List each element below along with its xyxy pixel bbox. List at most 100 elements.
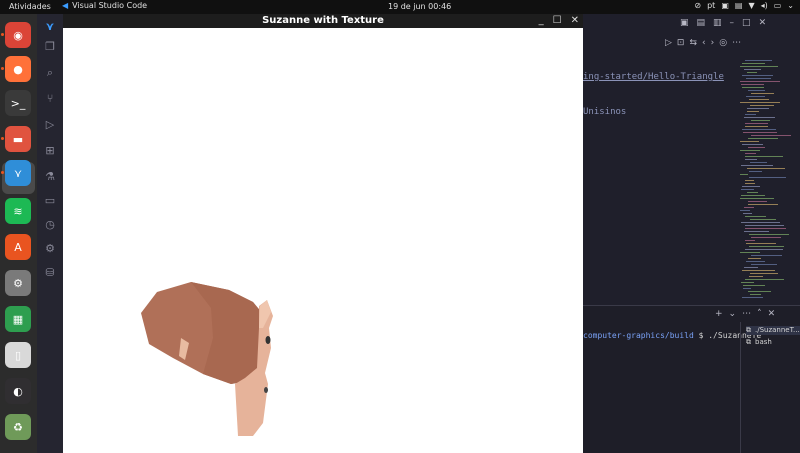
split-icon[interactable]: ⊡: [677, 38, 685, 48]
obs-icon[interactable]: ◐: [5, 378, 31, 404]
minimap-line: [742, 186, 760, 187]
minimap-line: [748, 147, 765, 148]
minimap[interactable]: [740, 60, 795, 305]
wifi-icon[interactable]: ▼: [748, 1, 754, 10]
screen-icon[interactable]: ▣: [721, 1, 729, 10]
terminal-tab-icon: ⧉: [746, 326, 751, 334]
trash-terminal-icon[interactable]: ⋯: [742, 309, 751, 319]
minimap-line: [744, 231, 769, 232]
window-titlebar[interactable]: Suzanne with Texture _ ☐ ✕: [63, 14, 583, 28]
source-control-icon[interactable]: ⑂: [43, 92, 57, 106]
run-icon[interactable]: ▷: [665, 38, 672, 48]
search-icon[interactable]: ⌕: [43, 66, 57, 80]
minimap-line: [743, 213, 752, 214]
add-terminal-icon[interactable]: +: [715, 309, 723, 319]
back-icon[interactable]: ‹: [702, 38, 706, 48]
minimap-line: [748, 138, 778, 139]
editor-line-link[interactable]: ing-started/Hello-Triangle: [583, 72, 724, 82]
minimap-line: [741, 189, 754, 190]
more-icon[interactable]: ⋯: [732, 38, 741, 48]
layout-sidebar-icon[interactable]: ▥: [713, 18, 722, 28]
minimap-line: [745, 240, 755, 241]
keyboard-language[interactable]: pt: [707, 1, 715, 10]
clock[interactable]: 19 de jun 00:46: [388, 2, 451, 11]
clipboard-icon[interactable]: ▤: [735, 1, 743, 10]
panel-controls: + ⌄ ⋯ ˄ ✕: [715, 309, 775, 319]
layout-panel-icon[interactable]: ▤: [697, 18, 706, 28]
extensions-icon[interactable]: ⊞: [43, 144, 57, 158]
minimap-line: [741, 165, 773, 166]
minimap-line: [742, 75, 773, 76]
remote-explorer-icon[interactable]: ▭: [43, 194, 57, 208]
running-indicator: [1, 33, 4, 36]
minimap-line: [742, 63, 765, 64]
minimap-line: [745, 159, 757, 160]
minimap-line: [743, 285, 765, 286]
forward-icon[interactable]: ›: [711, 38, 715, 48]
minimize-icon[interactable]: –: [730, 18, 735, 28]
terminal-dropdown-icon[interactable]: ⌄: [729, 309, 737, 319]
document-viewer-icon[interactable]: ▯: [5, 342, 31, 368]
minimap-line: [746, 96, 765, 97]
minimap-line: [747, 108, 769, 109]
volume-icon[interactable]: ◂): [761, 1, 768, 10]
terminal-icon[interactable]: >_: [5, 90, 31, 116]
minimap-line: [743, 132, 777, 133]
minimap-line: [747, 168, 785, 169]
close-icon[interactable]: ✕: [571, 15, 579, 26]
trash-icon[interactable]: ♻: [5, 414, 31, 440]
minimap-line: [740, 81, 780, 82]
terminal-tab-suzanne[interactable]: ⧉ ./SuzanneT...: [746, 326, 800, 335]
suzanne-model: [141, 282, 273, 436]
minimap-line: [745, 249, 783, 250]
minimap-line: [745, 183, 755, 184]
firefox-icon[interactable]: ●: [5, 56, 31, 82]
run-debug-icon[interactable]: ▷: [43, 118, 57, 132]
terminal-tab-bash[interactable]: ⧉ bash: [746, 338, 772, 347]
battery-icon[interactable]: ▭: [774, 1, 782, 10]
terminal-tabs: ⧉ ./SuzanneT... ⧉ bash: [740, 322, 800, 453]
spreadsheet-icon[interactable]: ▦: [5, 306, 31, 332]
terminal-tab-icon: ⧉: [746, 338, 751, 346]
files-icon[interactable]: ▬: [5, 126, 31, 152]
maximize-icon[interactable]: □: [742, 18, 751, 28]
terminal-prompt[interactable]: computer-graphics/build $ ./SuzanneTe: [583, 331, 761, 340]
minimize-icon[interactable]: _: [539, 15, 544, 26]
app-menu[interactable]: ◀ Visual Studio Code: [62, 1, 147, 10]
preview-icon[interactable]: ◎: [719, 38, 727, 48]
minimap-line: [748, 258, 761, 259]
minimap-line: [746, 261, 765, 262]
spotify-icon[interactable]: ≋: [5, 198, 31, 224]
minimap-line: [744, 207, 754, 208]
minimap-line: [741, 282, 754, 283]
panel-close-icon[interactable]: ✕: [768, 309, 776, 319]
activities-button[interactable]: Atividades: [9, 2, 51, 11]
chrome-icon[interactable]: ◉: [5, 22, 31, 48]
app-center-icon[interactable]: A: [5, 234, 31, 260]
minimap-line: [747, 192, 758, 193]
minimap-line: [750, 273, 778, 274]
minimap-line: [745, 153, 756, 154]
testing-icon[interactable]: ⚗: [43, 170, 57, 184]
minimap-line: [751, 120, 770, 121]
terminal-tab-label: ./SuzanneT...: [755, 326, 800, 334]
panel-maximize-icon[interactable]: ˄: [757, 309, 762, 319]
timeline-icon[interactable]: ◷: [43, 218, 57, 232]
minimap-line: [744, 69, 761, 70]
settings-icon[interactable]: ⚙: [5, 270, 31, 296]
close-icon[interactable]: ✕: [759, 18, 767, 28]
minimap-line: [740, 210, 750, 211]
render-canvas[interactable]: [63, 28, 583, 453]
system-menu-icon[interactable]: ⌄: [787, 1, 794, 10]
layout-icon[interactable]: ▣: [680, 18, 689, 28]
maximize-icon[interactable]: ☐: [553, 15, 562, 26]
explorer-icon[interactable]: ❐: [43, 40, 57, 54]
minimap-line: [751, 93, 774, 94]
vscode-icon[interactable]: ⋎: [5, 160, 31, 186]
stack-icon[interactable]: ⛁: [43, 266, 57, 280]
updates-icon[interactable]: ⊘: [694, 1, 701, 10]
minimap-line: [745, 123, 768, 124]
compare-icon[interactable]: ⇆: [689, 38, 697, 48]
system-tray: ⊘ pt ▣ ▤ ▼ ◂) ▭ ⌄: [694, 1, 794, 10]
accounts-icon[interactable]: ⚙: [43, 242, 57, 256]
